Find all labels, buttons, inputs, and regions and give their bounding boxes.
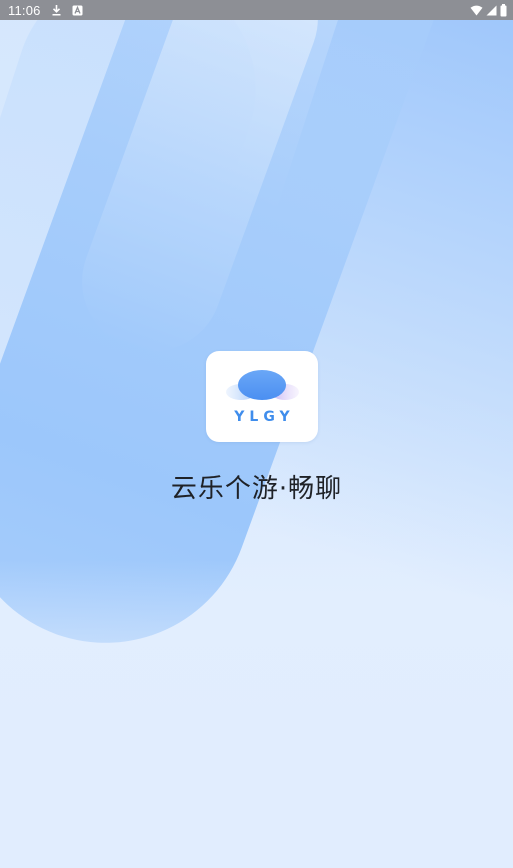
app-name-title: 云乐个游·畅聊 [170,474,343,504]
wifi-icon [470,5,483,16]
download-icon [51,4,62,16]
status-time: 11:06 [8,2,41,18]
background-bottom-fade [0,560,513,868]
signal-icon [486,5,497,16]
logo-wordmark: YLGY [234,409,295,425]
notification-app-icon [72,5,83,16]
status-bar-right [470,3,507,17]
app-logo: YLGY [206,351,318,442]
status-bar: 11:06 [0,0,513,20]
chat-bubble-logo-icon [226,370,299,400]
battery-icon [500,3,507,17]
status-bar-left: 11:06 [8,3,83,18]
